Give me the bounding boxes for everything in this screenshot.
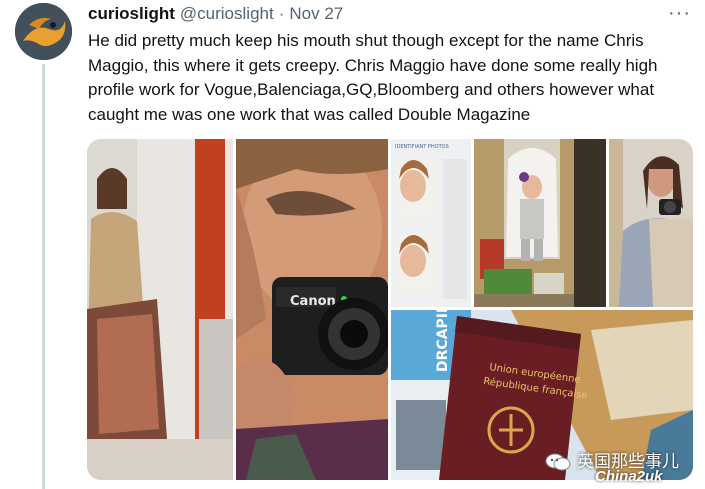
camera-brand-text: Canon bbox=[290, 294, 336, 309]
watermark-url: China2uk bbox=[595, 468, 663, 485]
more-options-icon[interactable]: ··· bbox=[668, 2, 691, 25]
passport-photos[interactable]: IDENTIFIANT PHOTOS bbox=[391, 139, 471, 307]
display-name[interactable]: curioslight bbox=[88, 4, 175, 24]
tweet-text: He did pretty much keep his mouth shut t… bbox=[88, 31, 658, 124]
woman-with-camera-photo[interactable] bbox=[609, 139, 693, 307]
photo-strip-title: IDENTIFIANT PHOTOS bbox=[395, 144, 449, 150]
wechat-icon bbox=[545, 453, 571, 471]
thread-line bbox=[42, 64, 45, 489]
tweet-date[interactable]: Nov 27 bbox=[289, 4, 343, 24]
doc-label-text: DRCAPIL bbox=[435, 310, 451, 372]
separator-dot: · bbox=[278, 4, 285, 23]
avatar[interactable] bbox=[15, 3, 72, 60]
media-grid[interactable]: Canon IDENTIFIANT PHOTOS DRCAPIL Union e… bbox=[87, 139, 693, 480]
tweet-header: curioslight @curioslight · Nov 27 bbox=[88, 3, 343, 25]
woman-seated-photo[interactable] bbox=[87, 139, 233, 480]
camera-closeup-photo[interactable]: Canon bbox=[236, 139, 388, 480]
child-in-costume-photo[interactable] bbox=[474, 139, 606, 307]
user-handle[interactable]: @curioslight bbox=[180, 4, 274, 24]
avatar-image bbox=[15, 3, 72, 60]
